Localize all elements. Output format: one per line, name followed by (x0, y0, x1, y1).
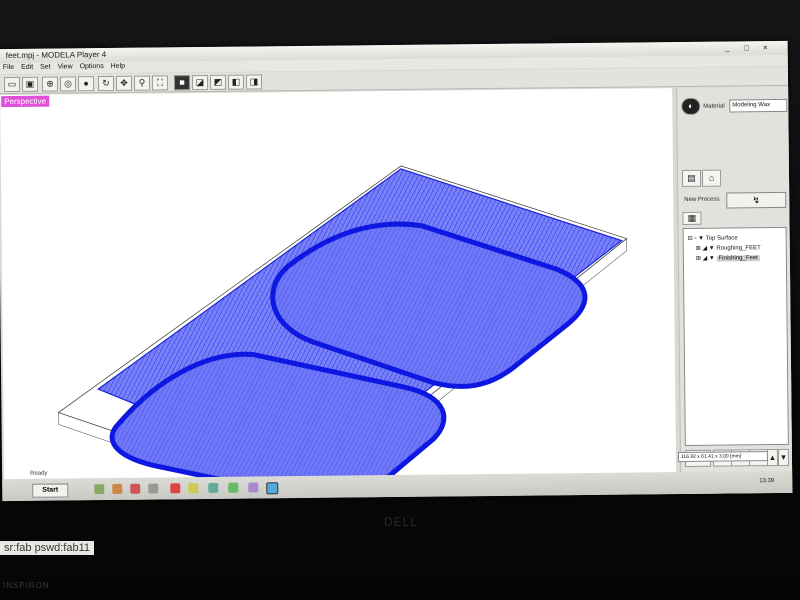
tree-item-top-surface[interactable]: ⊟ ▫ ▼ Top Surface (688, 234, 738, 242)
fit-icon[interactable]: ⛶ (151, 75, 169, 91)
status-ready: Ready (30, 470, 48, 477)
dimension-readout: 116.92 x 61.41 x 3.00 [mm] (677, 451, 769, 463)
pan-icon[interactable]: ✥ (115, 75, 133, 91)
new-process-button[interactable]: ↯ (726, 191, 787, 209)
material-label: Material (703, 103, 725, 110)
taskbar-app-icon[interactable] (188, 483, 199, 494)
menu-file[interactable]: File (3, 64, 14, 71)
taskbar-app-icon[interactable] (266, 482, 279, 495)
menu-set[interactable]: Set (40, 64, 51, 71)
tree-item-roughing[interactable]: ⊞ ◢ ▼ Roughing_FEET (696, 244, 761, 252)
new-process-label: New Process (684, 196, 720, 203)
open-icon[interactable]: ▭ (3, 76, 21, 93)
side-view-icon[interactable]: ◧ (227, 74, 245, 90)
material-icon[interactable]: ◐ (681, 97, 701, 115)
wizard-icon[interactable]: ⌂ (701, 169, 722, 187)
menu-help[interactable]: Help (111, 63, 125, 70)
taskbar-app-icon[interactable] (94, 484, 105, 495)
menu-view[interactable]: View (58, 63, 73, 70)
taskbar-app-icon[interactable] (170, 483, 181, 494)
view-mode-label: Perspective (1, 95, 50, 108)
taskbar-app-icon[interactable] (208, 482, 219, 493)
zoom-in-icon[interactable]: ◎ (59, 76, 77, 92)
taskbar-app-icon[interactable] (148, 483, 159, 494)
solid-view-icon[interactable]: ■ (173, 75, 191, 91)
rotate-icon[interactable]: ↻ (97, 75, 115, 92)
clock: 13:39 (759, 478, 775, 485)
sticky-note: sr:fab pswd:fab11 (0, 541, 95, 555)
tree-tab-icon[interactable]: ▦ (682, 211, 702, 225)
material-select[interactable]: Modeling Wax (729, 98, 788, 113)
window-controls[interactable]: _ □ × (725, 43, 773, 53)
side-panel: ◐ Material Modeling Wax ▤ ⌂ New Process … (676, 86, 793, 499)
monitor-bezel: feet.mpj - MODELA Player 4 _ □ × File Ed… (0, 0, 800, 600)
top-view-icon[interactable]: ◪ (191, 74, 209, 91)
front-view-icon[interactable]: ◩ (209, 74, 227, 90)
taskbar-app-icon[interactable] (248, 482, 259, 493)
3d-viewport[interactable]: Perspective (0, 88, 677, 498)
zoom-out-icon[interactable]: ● (77, 76, 95, 92)
taskbar-app-icon[interactable] (228, 482, 239, 493)
menu-options[interactable]: Options (80, 63, 104, 70)
menu-edit[interactable]: Edit (21, 64, 33, 71)
dell-logo: DELL (384, 515, 419, 529)
save-icon[interactable]: ▣ (21, 76, 39, 92)
start-button[interactable]: Start (32, 483, 69, 498)
taskbar-app-icon[interactable] (130, 483, 141, 494)
screen: feet.mpj - MODELA Player 4 _ □ × File Ed… (0, 40, 793, 502)
process-icon[interactable]: ▤ (681, 169, 702, 187)
window-title: feet.mpj - MODELA Player 4 (5, 50, 107, 61)
system-tray: 13:39 (660, 475, 780, 490)
move-down-icon[interactable]: ▾ (777, 448, 790, 466)
view-all-icon[interactable]: ⊕ (41, 76, 59, 92)
process-tree: ⊟ ▫ ▼ Top Surface ⊞ ◢ ▼ Roughing_FEET ⊞ … (682, 226, 789, 446)
iso-view-icon[interactable]: ◨ (245, 74, 263, 90)
move-up-icon[interactable]: ▴ (766, 449, 779, 467)
zoom-icon[interactable]: ⚲ (133, 75, 151, 91)
tree-item-finishing[interactable]: ⊞ ◢ ▼ Finishing_Feet (696, 254, 760, 262)
toolpath-mesh[interactable] (0, 88, 676, 498)
taskbar-app-icon[interactable] (112, 483, 123, 494)
inspiron-label: INSPIRON (3, 581, 50, 590)
